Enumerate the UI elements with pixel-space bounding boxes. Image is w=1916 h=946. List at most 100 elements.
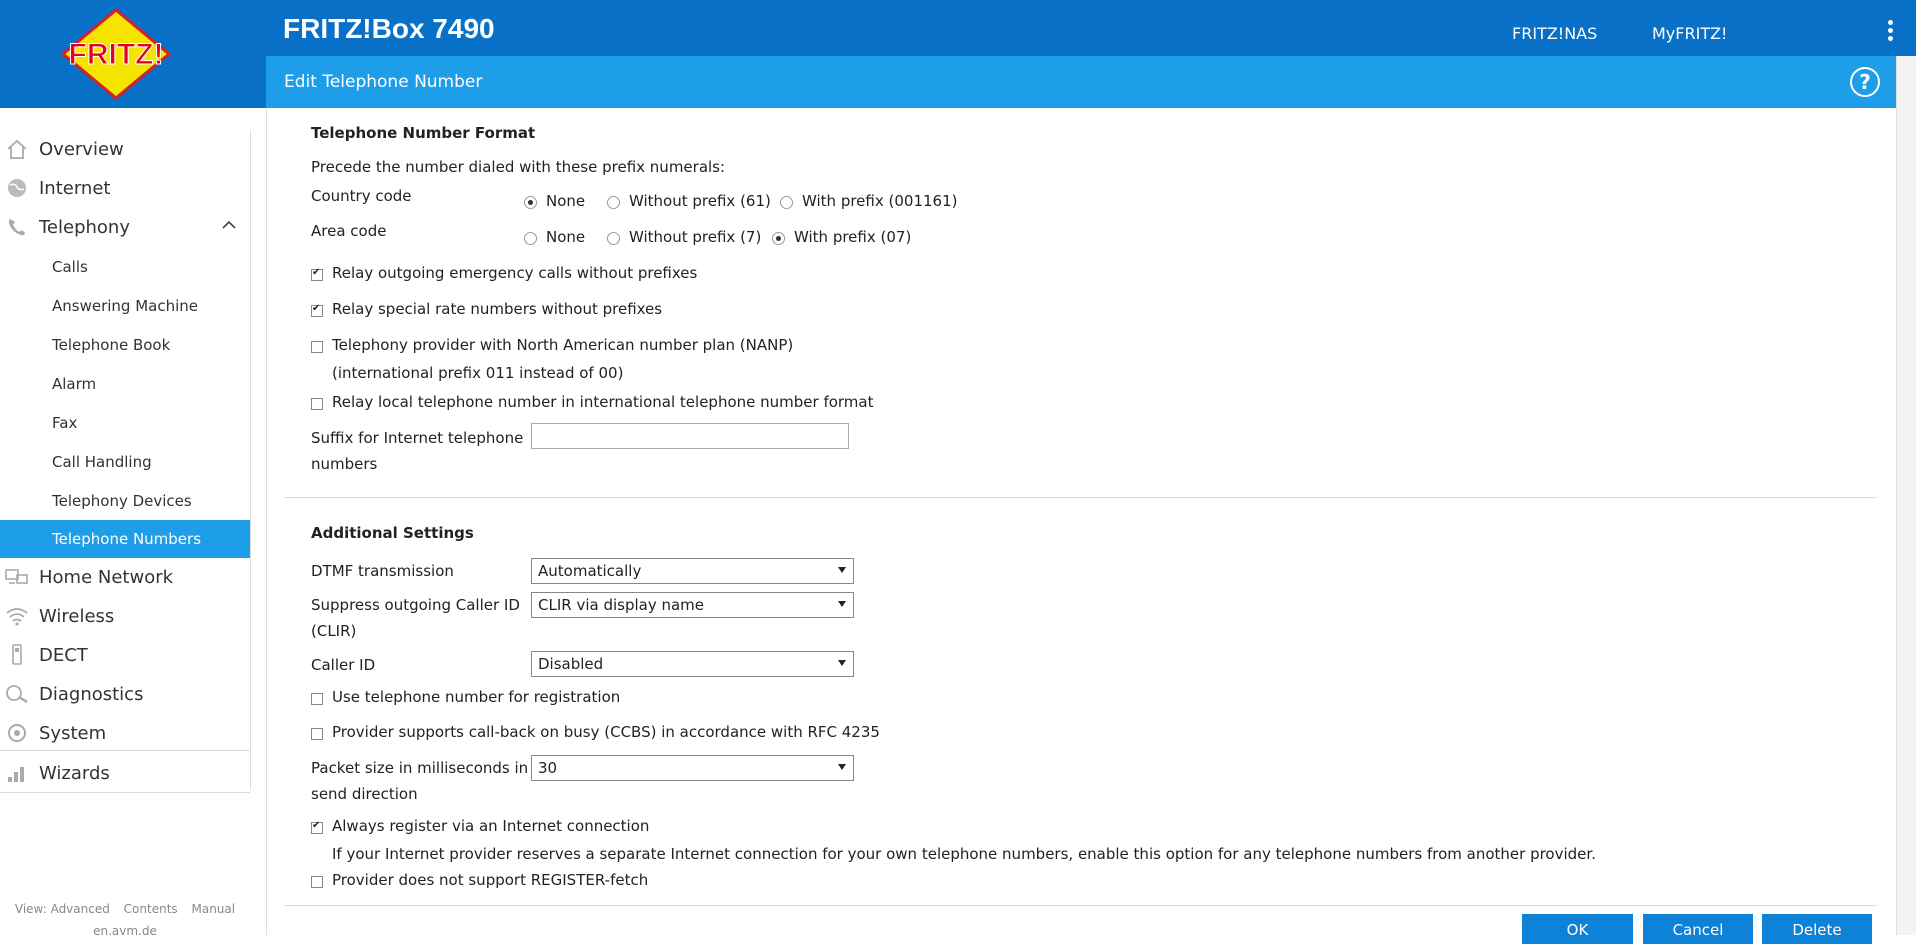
delete-button[interactable]: Delete [1762, 914, 1872, 944]
fritz-nas-link[interactable]: FRITZ!NAS [1512, 24, 1597, 43]
dtmf-select[interactable]: Automatically [531, 558, 854, 584]
area-with-prefix-radio[interactable] [772, 232, 785, 245]
nanp-label: Telephony provider with North American n… [332, 336, 794, 354]
no-register-fetch-label: Provider does not support REGISTER-fetch [332, 871, 649, 889]
sidebar-item-label: Wizards [39, 762, 110, 784]
sidebar-item-system[interactable]: System [0, 714, 250, 752]
area-none-radio[interactable] [524, 232, 537, 245]
contents-link[interactable]: Contents [124, 902, 178, 916]
view-advanced-link[interactable]: View: Advanced [15, 902, 110, 916]
vertical-scrollbar[interactable] [1896, 56, 1916, 935]
format-section-title: Telephone Number Format [311, 124, 536, 142]
country-with-prefix-radio[interactable] [780, 196, 793, 209]
sidebar-divider [0, 792, 250, 793]
always-register-note: If your Internet provider reserves a sep… [332, 845, 1596, 863]
packet-size-label: Packet size in milliseconds in [311, 759, 529, 777]
sidebar-sub-call-handling[interactable]: Call Handling [0, 443, 250, 481]
globe-icon [8, 179, 26, 197]
sidebar-item-internet[interactable]: Internet [0, 169, 250, 207]
sidebar-sub-telephone-book[interactable]: Telephone Book [0, 326, 250, 364]
clir-value: CLIR via display name [538, 596, 705, 614]
myfritz-link[interactable]: MyFRITZ! [1652, 24, 1727, 43]
sidebar-sub-alarm[interactable]: Alarm [0, 365, 250, 403]
area-code-label: Area code [311, 222, 387, 240]
sidebar-item-label: Overview [39, 138, 124, 160]
sidebar-item-wizards[interactable]: Wizards [0, 754, 250, 792]
always-register-checkbox[interactable] [311, 820, 323, 834]
sidebar-sub-label: Telephony Devices [52, 492, 192, 510]
dropdown-arrow-icon [838, 660, 846, 666]
wifi-icon [6, 608, 28, 626]
packet-size-select[interactable]: 30 [531, 755, 854, 781]
chevron-up-icon[interactable] [222, 218, 236, 232]
ccbs-checkbox[interactable] [311, 728, 323, 740]
prefix-intro-text: Precede the number dialed with these pre… [311, 158, 726, 176]
caller-id-label: Caller ID [311, 656, 376, 674]
sidebar-item-telephony[interactable]: Telephony [0, 208, 250, 246]
suffix-label-cont: numbers [311, 455, 378, 473]
clir-label-cont: (CLIR) [311, 622, 357, 640]
dropdown-arrow-icon [838, 764, 846, 770]
sidebar-item-label: Internet [39, 177, 111, 199]
sidebar-item-wireless[interactable]: Wireless [0, 597, 250, 635]
section-divider [284, 905, 1877, 906]
sidebar-sub-label: Answering Machine [52, 297, 199, 315]
product-title: FRITZ!Box 7490 [283, 13, 495, 44]
sidebar-divider [0, 750, 250, 751]
home-icon [7, 139, 27, 159]
sidebar-sub-answering-machine[interactable]: Answering Machine [0, 287, 250, 325]
sidebar-sub-calls[interactable]: Calls [0, 248, 250, 286]
no-register-fetch-checkbox[interactable] [311, 876, 323, 888]
avm-site-link[interactable]: en.avm.de [0, 924, 250, 938]
logo-text: FRITZ! [69, 38, 164, 71]
logo-area: FRITZ! [0, 0, 266, 108]
sidebar-item-overview[interactable]: Overview [0, 130, 250, 168]
dropdown-arrow-icon [838, 567, 846, 573]
section-divider [284, 497, 1877, 498]
dtmf-value: Automatically [538, 562, 642, 580]
local-intl-format-label: Relay local telephone number in internat… [332, 393, 874, 411]
sidebar-sub-telephone-numbers[interactable]: Telephone Numbers [0, 520, 250, 558]
ccbs-label: Provider supports call-back on busy (CCB… [332, 723, 880, 741]
area-without-prefix-radio[interactable] [607, 232, 620, 245]
packet-size-value: 30 [538, 759, 558, 777]
clir-label: Suppress outgoing Caller ID [311, 596, 520, 614]
sidebar-item-home-network[interactable]: Home Network [0, 558, 250, 596]
country-code-label: Country code [311, 187, 412, 205]
page-title-bar: Edit Telephone Number ? [266, 56, 1896, 108]
more-menu-icon[interactable] [1883, 20, 1897, 44]
sidebar-sub-label: Calls [52, 258, 88, 276]
additional-section-title: Additional Settings [311, 524, 474, 542]
always-register-label: Always register via an Internet connecti… [332, 817, 650, 835]
sidebar-sub-telephony-devices[interactable]: Telephony Devices [0, 482, 250, 520]
nanp-checkbox[interactable] [311, 341, 323, 353]
emergency-calls-checkbox[interactable] [311, 267, 323, 281]
sidebar-item-diagnostics[interactable]: Diagnostics [0, 675, 250, 713]
packet-size-label-cont: send direction [311, 785, 418, 803]
suffix-input[interactable] [531, 423, 849, 449]
local-intl-format-checkbox[interactable] [311, 398, 323, 410]
special-rate-checkbox[interactable] [311, 303, 323, 317]
country-none-radio[interactable] [524, 196, 537, 209]
dect-icon [12, 644, 22, 665]
clir-select[interactable]: CLIR via display name [531, 592, 854, 618]
fritz-logo[interactable]: FRITZ! [57, 8, 175, 100]
manual-link[interactable]: Manual [191, 902, 235, 916]
cancel-button[interactable]: Cancel [1643, 914, 1753, 944]
country-without-prefix-radio[interactable] [607, 196, 620, 209]
sidebar-item-label: Wireless [39, 605, 115, 627]
area-none-label: None [546, 228, 586, 246]
network-icon [5, 569, 28, 584]
use-registration-checkbox[interactable] [311, 693, 323, 705]
sidebar-sub-label: Fax [52, 414, 78, 432]
ok-button[interactable]: OK [1522, 914, 1633, 944]
wizard-icon [8, 767, 24, 782]
nanp-note: (international prefix 011 instead of 00) [332, 364, 624, 382]
sidebar: Overview Internet Telephony Calls Answer… [0, 130, 251, 793]
area-without-prefix-label: Without prefix (7) [629, 228, 762, 246]
caller-id-select[interactable]: Disabled [531, 651, 854, 677]
help-icon[interactable]: ? [1850, 67, 1880, 97]
page-title: Edit Telephone Number [284, 72, 483, 92]
sidebar-sub-fax[interactable]: Fax [0, 404, 250, 442]
sidebar-item-dect[interactable]: DECT [0, 636, 250, 674]
